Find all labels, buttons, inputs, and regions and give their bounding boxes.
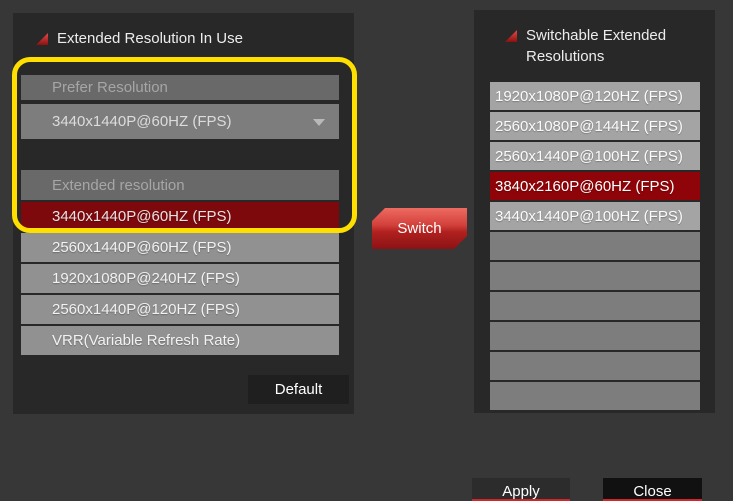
prefer-resolution-dropdown[interactable]: 3440x1440P@60HZ (FPS) [21,104,339,139]
list-item-empty [490,382,700,410]
resolution-switch-window: Extended Resolution In Use Prefer Resolu… [0,0,733,501]
list-item-empty [490,292,700,320]
extended-resolution-label: Extended resolution [21,170,339,200]
default-button-label: Default [275,381,323,398]
red-triangle-icon [504,29,518,43]
prefer-resolution-label-text: Prefer Resolution [52,79,168,96]
switchable-extended-resolutions-panel: Switchable Extended Resolutions 1920x108… [474,10,715,413]
prefer-resolution-label: Prefer Resolution [21,75,339,100]
list-item-label: 2560x1080P@144HZ (FPS) [495,118,683,135]
extended-resolution-in-use-panel: Extended Resolution In Use Prefer Resolu… [13,13,354,414]
list-item-empty [490,232,700,260]
list-item-2560x1080-144[interactable]: 2560x1080P@144HZ (FPS) [490,112,700,140]
apply-button-label: Apply [502,483,540,499]
list-item-2560x1440-120[interactable]: 2560x1440P@120HZ (FPS) [21,295,339,324]
list-item-label: 2560x1440P@120HZ (FPS) [52,301,240,318]
list-item-3840x2160-60[interactable]: 3840x2160P@60HZ (FPS) [490,172,700,200]
switch-button-label: Switch [397,220,441,237]
list-item-3440x1440-100[interactable]: 3440x1440P@100HZ (FPS) [490,202,700,230]
list-item-label: 1920x1080P@240HZ (FPS) [52,270,240,287]
chevron-down-icon [313,119,325,126]
list-item-label: 3440x1440P@60HZ (FPS) [52,208,231,225]
red-triangle-icon [35,32,49,46]
list-item-empty [490,322,700,350]
switch-button[interactable]: Switch [372,208,467,249]
list-item-1920x1080-240[interactable]: 1920x1080P@240HZ (FPS) [21,264,339,293]
left-panel-header: Extended Resolution In Use [35,28,243,49]
left-panel-title: Extended Resolution In Use [57,28,243,49]
list-item-2560x1440-60[interactable]: 2560x1440P@60HZ (FPS) [21,233,339,262]
prefer-resolution-value: 3440x1440P@60HZ (FPS) [52,113,231,130]
list-item-label: 3440x1440P@100HZ (FPS) [495,208,683,225]
list-item-label: 3840x2160P@60HZ (FPS) [495,178,674,195]
list-item-label: 1920x1080P@120HZ (FPS) [495,88,683,105]
list-item-label: 2560x1440P@60HZ (FPS) [52,239,231,256]
list-item-2560x1440-100[interactable]: 2560x1440P@100HZ (FPS) [490,142,700,170]
list-item-3440x1440-60[interactable]: 3440x1440P@60HZ (FPS) [21,202,339,231]
default-button[interactable]: Default [248,375,349,404]
apply-button[interactable]: Apply [472,478,570,501]
close-button-label: Close [633,483,671,499]
list-item-empty [490,352,700,380]
right-panel-title: Switchable Extended Resolutions [526,25,689,67]
list-item-1920x1080-120[interactable]: 1920x1080P@120HZ (FPS) [490,82,700,110]
list-item-empty [490,262,700,290]
list-item-label: VRR(Variable Refresh Rate) [52,332,240,349]
close-button[interactable]: Close [603,478,702,501]
list-item-vrr[interactable]: VRR(Variable Refresh Rate) [21,326,339,355]
list-item-label: 2560x1440P@100HZ (FPS) [495,148,683,165]
extended-resolution-label-text: Extended resolution [52,177,185,194]
right-panel-header: Switchable Extended Resolutions [504,25,689,67]
